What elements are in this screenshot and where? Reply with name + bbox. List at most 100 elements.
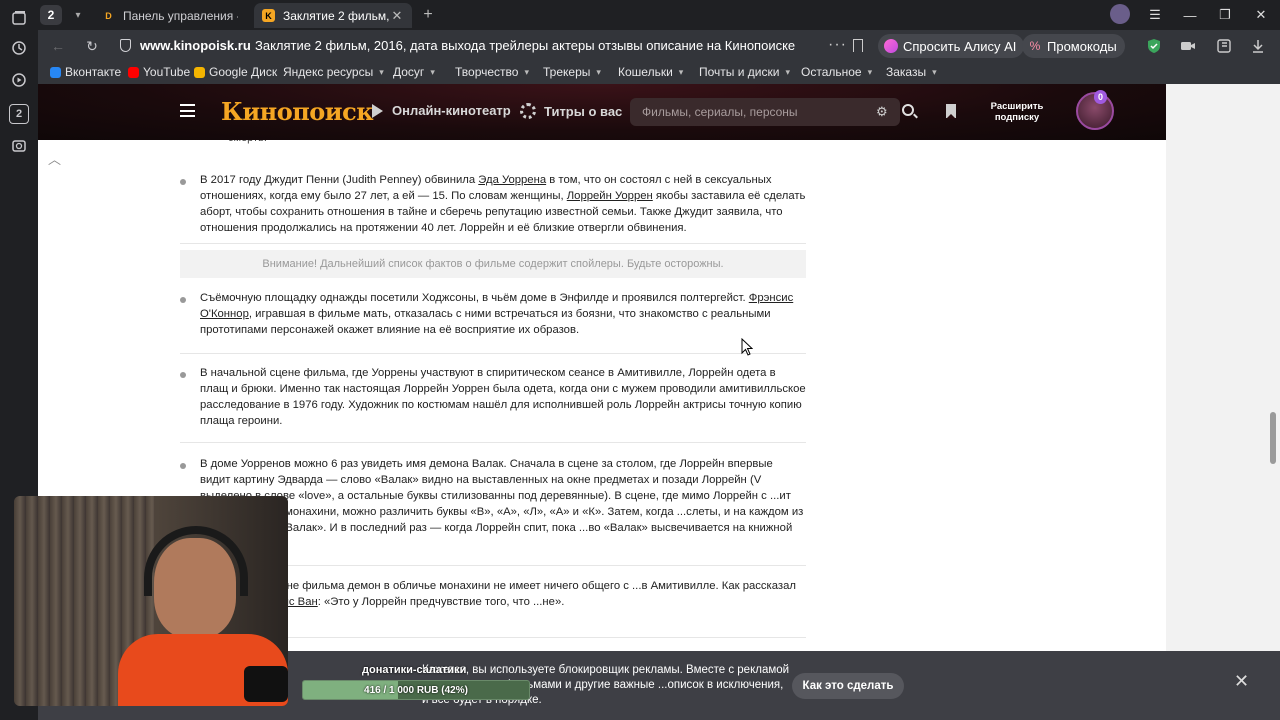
security-shield-icon[interactable]: [120, 39, 131, 52]
kinopoisk-favicon-icon: K: [262, 9, 275, 22]
media-icon[interactable]: [9, 70, 29, 90]
headphones: [144, 526, 248, 596]
vk-icon: [50, 66, 61, 78]
browser-menu-icon[interactable]: ☰: [1144, 4, 1166, 26]
close-window-icon[interactable]: ✕: [1250, 4, 1272, 26]
bookmark-folder-other[interactable]: Остальное ▾: [801, 65, 872, 79]
person-link[interactable]: Фрэнсис О'Коннор: [200, 292, 793, 320]
bookmark-folder-orders[interactable]: Заказы ▾: [886, 65, 937, 79]
youtube-icon: [128, 66, 139, 78]
chevron-down-icon: ▾: [524, 66, 529, 77]
search-icon[interactable]: [902, 104, 914, 116]
bookmark-youtube[interactable]: YouTube: [128, 65, 190, 79]
how-to-button[interactable]: Как это сделать: [792, 673, 904, 699]
download-icon[interactable]: [1250, 38, 1266, 54]
page-title-in-bar[interactable]: Заклятие 2 фильм, 2016, дата выхода трей…: [255, 38, 795, 53]
bookmark-google-drive[interactable]: Google Диск: [194, 65, 277, 79]
chevron-down-icon: ▾: [596, 66, 601, 77]
scroll-up-chevron-icon[interactable]: ︿: [48, 149, 61, 168]
profile-avatar[interactable]: [1110, 4, 1130, 24]
fact-item: В 2017 году Джудит Пенни (Judith Penney)…: [180, 172, 806, 244]
bookmark-folder-trackers[interactable]: Трекеры ▾: [543, 65, 601, 79]
bookmarks-bar: Вконтакте YouTube Google Диск Яндекс рес…: [38, 62, 1280, 84]
filter-sliders-icon[interactable]: ⚙: [876, 104, 888, 120]
bookmark-folder-wallets[interactable]: Кошельки ▾: [618, 65, 683, 79]
bookmark-label: Досуг: [393, 65, 425, 79]
bookmark-label: Google Диск: [209, 65, 278, 79]
banner-close-icon[interactable]: ✕: [1234, 671, 1249, 692]
tab-title: Панель управления - Don: [123, 8, 238, 23]
fact-text: В 2017 году Джудит Пенни (Judith Penney)…: [200, 174, 806, 234]
chevron-down-icon: ▾: [678, 66, 684, 77]
tab-close-icon[interactable]: ✕: [390, 8, 404, 24]
bookmark-folder-dosug[interactable]: Досуг ▾: [393, 65, 435, 79]
back-arrow-icon[interactable]: ←: [48, 36, 68, 56]
tabs-panel-icon[interactable]: [9, 8, 29, 28]
bookmark-label: Творчество: [455, 65, 519, 79]
bookmark-label: Яндекс ресурсы: [283, 65, 374, 79]
donationalerts-favicon-icon: D: [105, 10, 112, 21]
minimize-icon[interactable]: —: [1179, 4, 1201, 26]
bookmark-folder-mail[interactable]: Почты и диски ▾: [699, 65, 790, 79]
adblock-shield-icon[interactable]: [1146, 38, 1162, 54]
site-search: ⚙: [630, 98, 914, 126]
search-input[interactable]: [642, 104, 862, 120]
nav-titles[interactable]: Титры о вас: [520, 103, 622, 119]
bookmark-icon[interactable]: [853, 39, 863, 52]
film-reel-icon: [520, 103, 536, 119]
chevron-down-icon: ▾: [932, 66, 937, 77]
restore-icon[interactable]: ❐: [1214, 4, 1236, 26]
bookmark-vk[interactable]: Вконтакте: [50, 65, 121, 79]
kinopoisk-header: Кинопоиск Онлайн-кинотеатр Титры о вас ⚙…: [38, 84, 1166, 140]
person-link[interactable]: Эда Уоррена: [478, 174, 546, 186]
chevron-down-icon: ▾: [430, 66, 435, 77]
history-icon[interactable]: [9, 38, 29, 58]
chevron-down-icon: ▾: [785, 66, 790, 77]
hamburger-menu-icon[interactable]: [180, 104, 195, 117]
fact-item: В начальной сцене фильма, где Уоррены уч…: [180, 365, 806, 443]
bullet-icon: [180, 463, 186, 469]
bookmark-folder-creativity[interactable]: Творчество ▾: [455, 65, 529, 79]
spoiler-warning: Внимание! Дальнейший список фактов о фил…: [180, 250, 806, 278]
address-bar: ← ↻ www.kinopoisk.ru Заклятие 2 фильм, 2…: [38, 30, 1280, 62]
url-text[interactable]: www.kinopoisk.ru: [140, 38, 251, 53]
tab-count-icon[interactable]: 2: [9, 104, 29, 124]
nav-label: Онлайн-кинотеатр: [392, 103, 511, 118]
nav-online-cinema[interactable]: Онлайн-кинотеатр: [372, 103, 511, 118]
promo-label: Промокоды: [1047, 38, 1117, 54]
donation-title: донатики-салатики: [362, 664, 467, 676]
ask-alice-button[interactable]: Спросить Алису AI: [878, 34, 1025, 58]
site-logo[interactable]: Кинопоиск: [221, 97, 374, 126]
tab-list-chevron-icon[interactable]: ▾: [70, 6, 86, 24]
more-dots-icon[interactable]: ···: [828, 36, 847, 54]
donation-progress-label: 416 / 1 000 RUB (42%): [364, 684, 468, 696]
page-scrollbar[interactable]: [1270, 412, 1276, 464]
watchlist-bookmark-icon[interactable]: [946, 104, 956, 119]
mouse-cursor-icon: [741, 338, 753, 356]
fact-item: Съёмочную площадку однажды посетили Ходж…: [180, 290, 806, 354]
upgrade-subscription-button[interactable]: Расширить подписку: [980, 98, 1054, 126]
person-link[interactable]: Лоррейн Уоррен: [567, 190, 653, 202]
tab-title: Заклятие 2 фильм, 2016: [283, 8, 390, 23]
notification-badge: 0: [1094, 90, 1108, 104]
fact-text: Съёмочную площадку однажды посетили Ходж…: [200, 292, 794, 336]
new-tab-button[interactable]: +: [418, 5, 438, 25]
bookmark-label: YouTube: [143, 65, 191, 79]
alice-label: Спросить Алису AI: [903, 38, 1017, 54]
google-drive-icon: [194, 66, 205, 78]
extensions-icon[interactable]: [1216, 38, 1232, 54]
bullet-icon: [180, 372, 186, 378]
bookmark-label: Остальное: [801, 65, 862, 79]
video-camera-icon[interactable]: [1180, 38, 1196, 54]
bullet-icon: [180, 297, 186, 303]
promocodes-button[interactable]: % Промокоды: [1022, 34, 1125, 58]
bookmark-folder-yandex[interactable]: Яндекс ресурсы ▾: [283, 65, 384, 79]
bookmark-label: Заказы: [886, 65, 927, 79]
tab-dashboard[interactable]: D Панель управления - Don: [94, 3, 246, 28]
microphone: [244, 666, 288, 702]
play-icon: [372, 103, 383, 118]
reload-icon[interactable]: ↻: [82, 36, 102, 56]
screenshot-icon[interactable]: [9, 136, 29, 156]
tab-kinopoisk[interactable]: K Заклятие 2 фильм, 2016 ✕: [254, 3, 412, 28]
tab-counter[interactable]: 2: [40, 5, 62, 25]
